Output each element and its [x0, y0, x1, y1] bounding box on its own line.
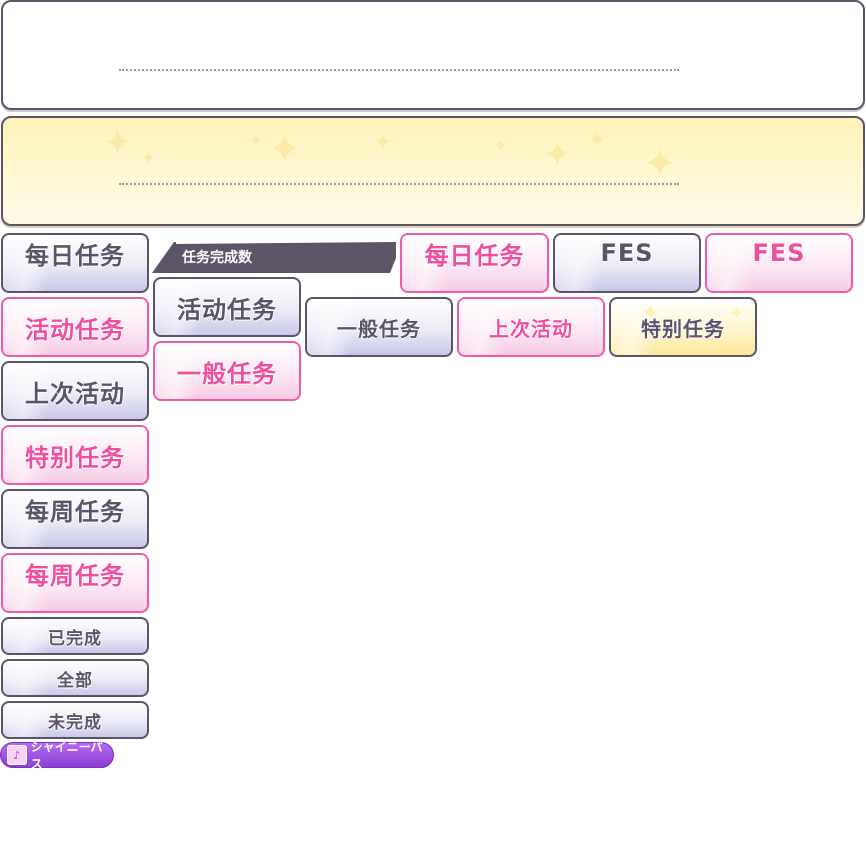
- tab-label: 特别任务: [641, 316, 725, 341]
- tab-label: 特别任务: [25, 443, 125, 472]
- tab-label: 每日任务: [25, 241, 125, 270]
- tab-last-event-active[interactable]: 上次活动: [457, 297, 605, 357]
- pass-label: シャイニーパス: [30, 740, 103, 771]
- filter-label: 未完成: [48, 712, 102, 733]
- sparkle-icon: ✦: [268, 127, 302, 173]
- sparkle-icon: ✦: [103, 123, 132, 163]
- tab-label: FES: [600, 239, 654, 267]
- tab-general-missions[interactable]: 一般任务: [305, 297, 453, 357]
- top-message-panel: [1, 0, 865, 110]
- filter-incomplete-button[interactable]: 未完成: [1, 701, 149, 739]
- tab-weekly-missions[interactable]: 每周任务: [1, 489, 149, 549]
- pass-ticket-icon: ♪: [7, 745, 27, 765]
- sparkle-icon: ✦: [729, 303, 746, 324]
- tab-label: 上次活动: [489, 316, 573, 341]
- filter-all-button[interactable]: 全部: [1, 659, 149, 697]
- filter-label: 已完成: [48, 628, 102, 649]
- tab-weekly-missions-active[interactable]: 每周任务: [1, 553, 149, 613]
- tab-fes-active[interactable]: FES: [705, 233, 853, 293]
- tab-label: 每日任务: [424, 241, 525, 270]
- sparkle-icon: ✦: [493, 136, 509, 157]
- dotted-divider: [119, 183, 679, 185]
- mission-completion-banner: 任务完成数: [152, 238, 398, 274]
- tab-label: 活动任务: [177, 295, 277, 324]
- tab-label: 每周任务: [25, 497, 125, 526]
- tab-special-missions[interactable]: 特别任务: [1, 425, 149, 485]
- tab-event-missions-alt[interactable]: 活动任务: [153, 277, 301, 337]
- tab-label: 上次活动: [25, 379, 125, 408]
- filter-label: 全部: [57, 670, 93, 691]
- tab-special-missions-highlight[interactable]: ✦ ✦ 特别任务: [609, 297, 757, 357]
- sparkle-icon: ✦: [373, 128, 394, 156]
- tab-label: 一般任务: [337, 316, 421, 341]
- sparkle-icon: ✦: [248, 130, 264, 151]
- tab-label: 活动任务: [25, 315, 125, 344]
- highlight-message-panel: ✦ ✦ ✦ ✦ ✦ ✦ ✦ ✦ ✦: [1, 116, 865, 226]
- tab-event-missions[interactable]: 活动任务: [1, 297, 149, 357]
- tab-label: 一般任务: [177, 359, 277, 388]
- sparkle-icon: ✦: [543, 135, 572, 175]
- tab-last-event[interactable]: 上次活动: [1, 361, 149, 421]
- shiny-pass-badge[interactable]: ♪ シャイニーパス: [0, 740, 114, 771]
- tab-daily-missions-active[interactable]: 每日任务: [400, 233, 549, 293]
- tab-fes[interactable]: FES: [553, 233, 701, 293]
- sparkle-icon: ✦: [141, 148, 157, 169]
- dotted-divider: [119, 69, 679, 71]
- sparkle-icon: ✦: [643, 141, 677, 187]
- tab-label: FES: [752, 239, 806, 267]
- tab-label: 每周任务: [25, 561, 125, 590]
- banner-label: 任务完成数: [182, 250, 252, 266]
- tab-daily-missions[interactable]: 每日任务: [1, 233, 149, 293]
- tab-general-missions-active[interactable]: 一般任务: [153, 341, 301, 401]
- sparkle-icon: ✦: [588, 128, 607, 153]
- filter-completed-button[interactable]: 已完成: [1, 617, 149, 655]
